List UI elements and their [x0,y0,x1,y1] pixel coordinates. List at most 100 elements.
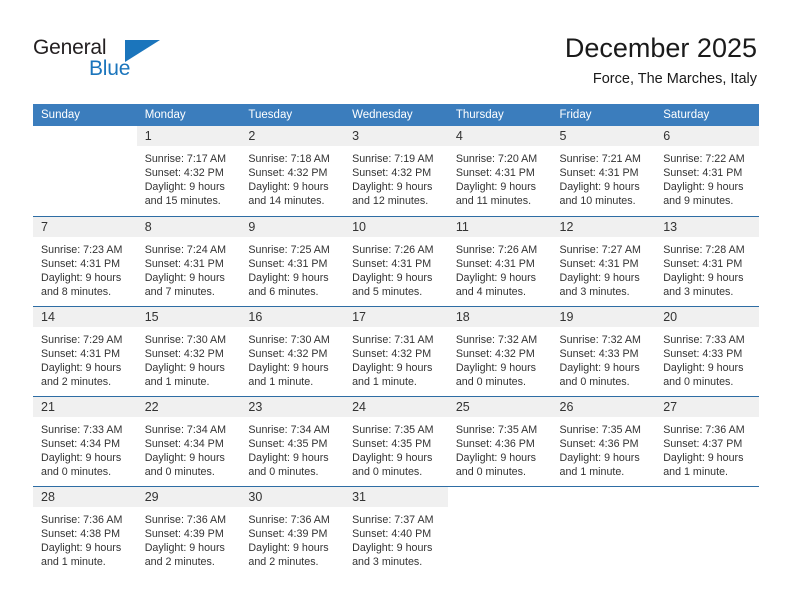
calendar-cell-day[interactable]: 29 Sunrise: 7:36 AM Sunset: 4:39 PM Dayligh… [136,485,241,577]
day-sun-info-line: Sunset: 4:36 PM [559,437,639,450]
day-number: 23 [240,396,345,417]
day-sun-info-line: Daylight: 9 hours [455,271,537,284]
day-sun-info-line: Sunrise: 7:32 AM [455,333,538,346]
calendar-cell-inner: 29 Sunrise: 7:36 AM Sunset: 4:39 PM Dayligh… [136,486,241,577]
calendar-cell-day[interactable]: 15 Sunrise: 7:30 AM Sunset: 4:32 PM Dayligh… [136,305,241,396]
calendar-cell-day[interactable]: 31 Sunrise: 7:37 AM Sunset: 4:40 PM Dayligh… [344,485,448,576]
day-sun-info-line: and 3 minutes. [352,555,423,568]
day-sun-info-line: Sunrise: 7:35 AM [455,423,538,436]
day-sun-info: Sunrise: 7:26 AM Sunset: 4:31 PM Daylight:… [448,237,552,299]
calendar-cell-day[interactable]: 28 Sunrise: 7:36 AM Sunset: 4:38 PM Dayligh… [33,485,137,576]
calendar-cell-inner: 10 Sunrise: 7:26 AM Sunset: 4:31 PM Dayligh… [344,216,448,306]
day-number: 8 [136,216,241,237]
day-sun-info: Sunrise: 7:35 AM Sunset: 4:36 PM Daylight:… [552,417,656,479]
calendar-cell-day[interactable]: 25 Sunrise: 7:35 AM Sunset: 4:36 PM Dayligh… [447,395,552,486]
calendar-cell-day[interactable]: 10 Sunrise: 7:26 AM Sunset: 4:31 PM Dayligh… [344,215,448,306]
day-sun-info-line: Daylight: 9 hours [663,271,744,284]
calendar-cell-day[interactable]: 12 Sunrise: 7:27 AM Sunset: 4:31 PM Dayligh… [551,215,656,306]
day-sun-info-line: Sunset: 4:39 PM [248,527,328,540]
calendar-cell-day[interactable]: 30 Sunrise: 7:36 AM Sunset: 4:39 PM Dayligh… [240,485,345,577]
day-sun-info: Sunrise: 7:22 AM Sunset: 4:31 PM Daylight:… [655,146,759,208]
calendar-cell-inner: 15 Sunrise: 7:30 AM Sunset: 4:32 PM Dayligh… [136,306,241,396]
calendar-cell-day[interactable]: 19 Sunrise: 7:32 AM Sunset: 4:33 PM Dayligh… [551,305,656,396]
calendar-cell-day[interactable]: 8 Sunrise: 7:24 AM Sunset: 4:31 PM Daylight… [136,215,241,306]
calendar-cell-empty [551,485,656,576]
day-sun-info-line: Sunrise: 7:31 AM [352,333,434,346]
calendar-week-row: 28 Sunrise: 7:36 AM Sunset: 4:38 PM Dayligh… [33,485,759,577]
day-sun-info: Sunrise: 7:36 AM Sunset: 4:39 PM Daylight:… [137,507,241,569]
day-sun-info: Sunrise: 7:32 AM Sunset: 4:32 PM Daylight:… [448,327,552,389]
calendar-cell-day[interactable]: 14 Sunrise: 7:29 AM Sunset: 4:31 PM Dayligh… [33,305,137,396]
day-sun-info-line: Daylight: 9 hours [455,451,537,464]
day-sun-info: Sunrise: 7:31 AM Sunset: 4:32 PM Daylight:… [344,327,448,389]
calendar-cell-inner: 30 Sunrise: 7:36 AM Sunset: 4:39 PM Dayligh… [240,486,345,577]
page-title: December 2025 [564,33,757,63]
calendar-cell-day[interactable]: 27 Sunrise: 7:36 AM Sunset: 4:37 PM Dayligh… [655,395,759,486]
calendar-cell-day[interactable]: 24 Sunrise: 7:35 AM Sunset: 4:35 PM Dayligh… [344,395,448,486]
day-number [551,486,656,507]
calendar-cell-day[interactable]: 16 Sunrise: 7:30 AM Sunset: 4:32 PM Dayligh… [240,305,345,396]
day-sun-info-line: Sunset: 4:31 PM [559,167,639,180]
day-sun-info-line: Daylight: 9 hours [144,541,225,554]
calendar-cell-day[interactable]: 22 Sunrise: 7:34 AM Sunset: 4:34 PM Dayligh… [136,395,241,486]
day-sun-info-line: Sunset: 4:32 PM [248,167,328,180]
calendar-cell-day[interactable]: 18 Sunrise: 7:32 AM Sunset: 4:32 PM Dayligh… [447,305,552,396]
calendar-cell-day[interactable]: 1 Sunrise: 7:17 AM Sunset: 4:32 PM Daylight… [136,126,241,216]
day-sun-info-line: Daylight: 9 hours [663,361,744,374]
day-sun-info-line: Sunset: 4:38 PM [41,527,121,540]
day-number: 6 [655,126,759,146]
calendar-cell-inner: 23 Sunrise: 7:34 AM Sunset: 4:35 PM Dayligh… [240,396,345,486]
calendar-cell-empty [655,485,759,576]
day-number: 3 [344,126,448,146]
day-sun-info: Sunrise: 7:35 AM Sunset: 4:36 PM Daylight:… [448,417,552,479]
day-sun-info-line: and 0 minutes. [41,465,112,478]
day-sun-info-line: Daylight: 9 hours [144,451,225,464]
calendar-cell-day[interactable]: 2 Sunrise: 7:18 AM Sunset: 4:32 PM Daylight… [240,126,345,216]
day-sun-info-line: and 6 minutes. [248,285,319,298]
calendar-cell-inner: 8 Sunrise: 7:24 AM Sunset: 4:31 PM Daylight… [136,216,241,306]
calendar-cell-day[interactable]: 11 Sunrise: 7:26 AM Sunset: 4:31 PM Dayligh… [447,215,552,306]
calendar-cell-day[interactable]: 7 Sunrise: 7:23 AM Sunset: 4:31 PM Daylight… [33,215,137,306]
brand-logo[interactable]: General Blue [33,36,233,86]
calendar-week-row: 1 Sunrise: 7:17 AM Sunset: 4:32 PM Daylight… [33,126,759,216]
calendar-cell-day[interactable]: 6 Sunrise: 7:22 AM Sunset: 4:31 PM Daylight… [655,126,759,216]
day-sun-info-line: Sunset: 4:31 PM [41,347,121,360]
day-sun-info-line: Sunset: 4:31 PM [455,167,535,180]
day-sun-info-line: Sunrise: 7:29 AM [41,333,123,346]
calendar-cell-day[interactable]: 20 Sunrise: 7:33 AM Sunset: 4:33 PM Dayligh… [655,305,759,396]
calendar-cell-day[interactable]: 3 Sunrise: 7:19 AM Sunset: 4:32 PM Daylight… [344,126,448,216]
day-number [447,486,552,507]
day-sun-info-line: and 12 minutes. [352,195,429,208]
calendar-header-row: Sunday Monday Tuesday Wednesday Thursday Frid… [33,104,759,126]
calendar-cell-day[interactable]: 17 Sunrise: 7:31 AM Sunset: 4:32 PM Dayligh… [344,305,448,396]
day-number: 27 [655,396,759,417]
day-sun-info-line: Daylight: 9 hours [248,361,329,374]
calendar-cell-inner: 27 Sunrise: 7:36 AM Sunset: 4:37 PM Dayligh… [655,396,759,486]
day-sun-info-line: and 0 minutes. [144,465,215,478]
calendar-cell-day[interactable]: 21 Sunrise: 7:33 AM Sunset: 4:34 PM Dayligh… [33,395,137,486]
calendar-cell-inner: 5 Sunrise: 7:21 AM Sunset: 4:31 PM Daylight… [551,126,656,216]
day-sun-info-line: Sunset: 4:31 PM [559,257,639,270]
day-sun-info: Sunrise: 7:30 AM Sunset: 4:32 PM Daylight:… [240,327,344,389]
calendar-cell-inner: 7 Sunrise: 7:23 AM Sunset: 4:31 PM Daylight… [33,216,137,306]
day-number: 4 [447,126,552,146]
day-sun-info: Sunrise: 7:24 AM Sunset: 4:31 PM Daylight:… [137,237,241,299]
calendar-cell-day[interactable]: 5 Sunrise: 7:21 AM Sunset: 4:31 PM Daylight… [551,126,656,216]
day-sun-info-line: Daylight: 9 hours [248,271,329,284]
day-sun-info-line: and 11 minutes. [455,195,532,208]
calendar-cell-day[interactable]: 26 Sunrise: 7:35 AM Sunset: 4:36 PM Dayligh… [551,395,656,486]
day-sun-info: Sunrise: 7:32 AM Sunset: 4:33 PM Daylight:… [552,327,656,389]
day-number: 22 [136,396,241,417]
day-sun-info-line: Daylight: 9 hours [352,361,433,374]
calendar-cell-day[interactable]: 23 Sunrise: 7:34 AM Sunset: 4:35 PM Dayligh… [240,395,345,486]
day-sun-info-line: Sunrise: 7:25 AM [248,243,330,256]
calendar-cell-day[interactable]: 9 Sunrise: 7:25 AM Sunset: 4:31 PM Daylight… [240,215,345,306]
day-sun-info-line: Sunset: 4:34 PM [41,437,121,450]
day-sun-info-line: Sunrise: 7:36 AM [41,513,123,526]
day-sun-info: Sunrise: 7:28 AM Sunset: 4:31 PM Daylight:… [655,237,759,299]
day-sun-info-line: and 9 minutes. [663,195,734,208]
calendar-cell-day[interactable]: 13 Sunrise: 7:28 AM Sunset: 4:31 PM Dayligh… [655,215,759,306]
day-sun-info-line: and 1 minute. [559,465,625,478]
calendar-cell-day[interactable]: 4 Sunrise: 7:20 AM Sunset: 4:31 PM Daylight… [447,126,552,216]
day-sun-info-line: Daylight: 9 hours [559,451,640,464]
